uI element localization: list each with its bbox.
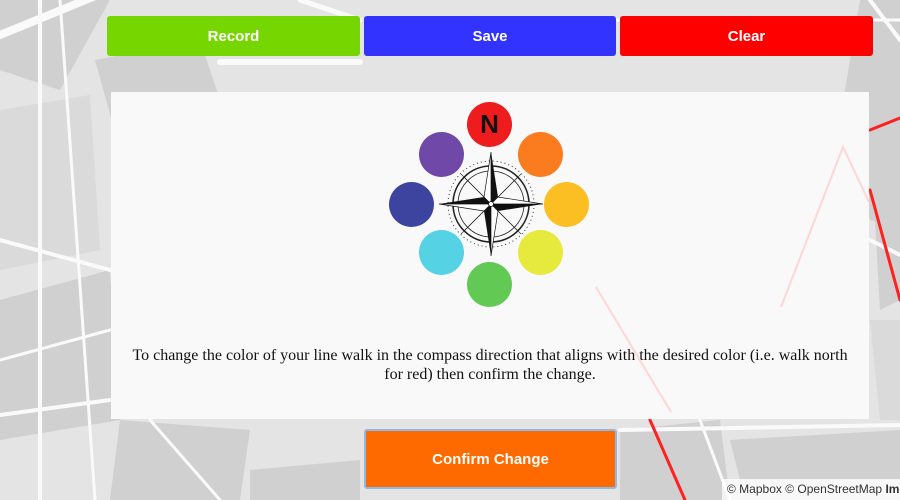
north-label: N <box>480 109 499 139</box>
map-attribution: © Mapbox © OpenStreetMap Im <box>722 479 900 500</box>
confirm-change-button[interactable]: Confirm Change <box>364 429 617 489</box>
color-dot-south <box>467 262 512 307</box>
record-button[interactable]: Record <box>107 16 360 56</box>
clear-button[interactable]: Clear <box>620 16 873 56</box>
color-dot-west <box>389 182 434 227</box>
osm-attribution-link[interactable]: © OpenStreetMap <box>785 482 882 496</box>
improve-map-link[interactable]: Im <box>885 482 899 496</box>
mapbox-attribution-link[interactable]: © Mapbox <box>727 482 782 496</box>
compass-color-picker: N <box>381 100 601 310</box>
color-change-panel: N To change the color of your line walk … <box>111 92 869 419</box>
color-dot-north: N <box>467 102 512 147</box>
color-dot-east <box>544 182 589 227</box>
instructions-text: To change the color of your line walk in… <box>132 347 848 383</box>
save-button[interactable]: Save <box>364 16 616 56</box>
compass-rose-icon <box>439 152 543 256</box>
